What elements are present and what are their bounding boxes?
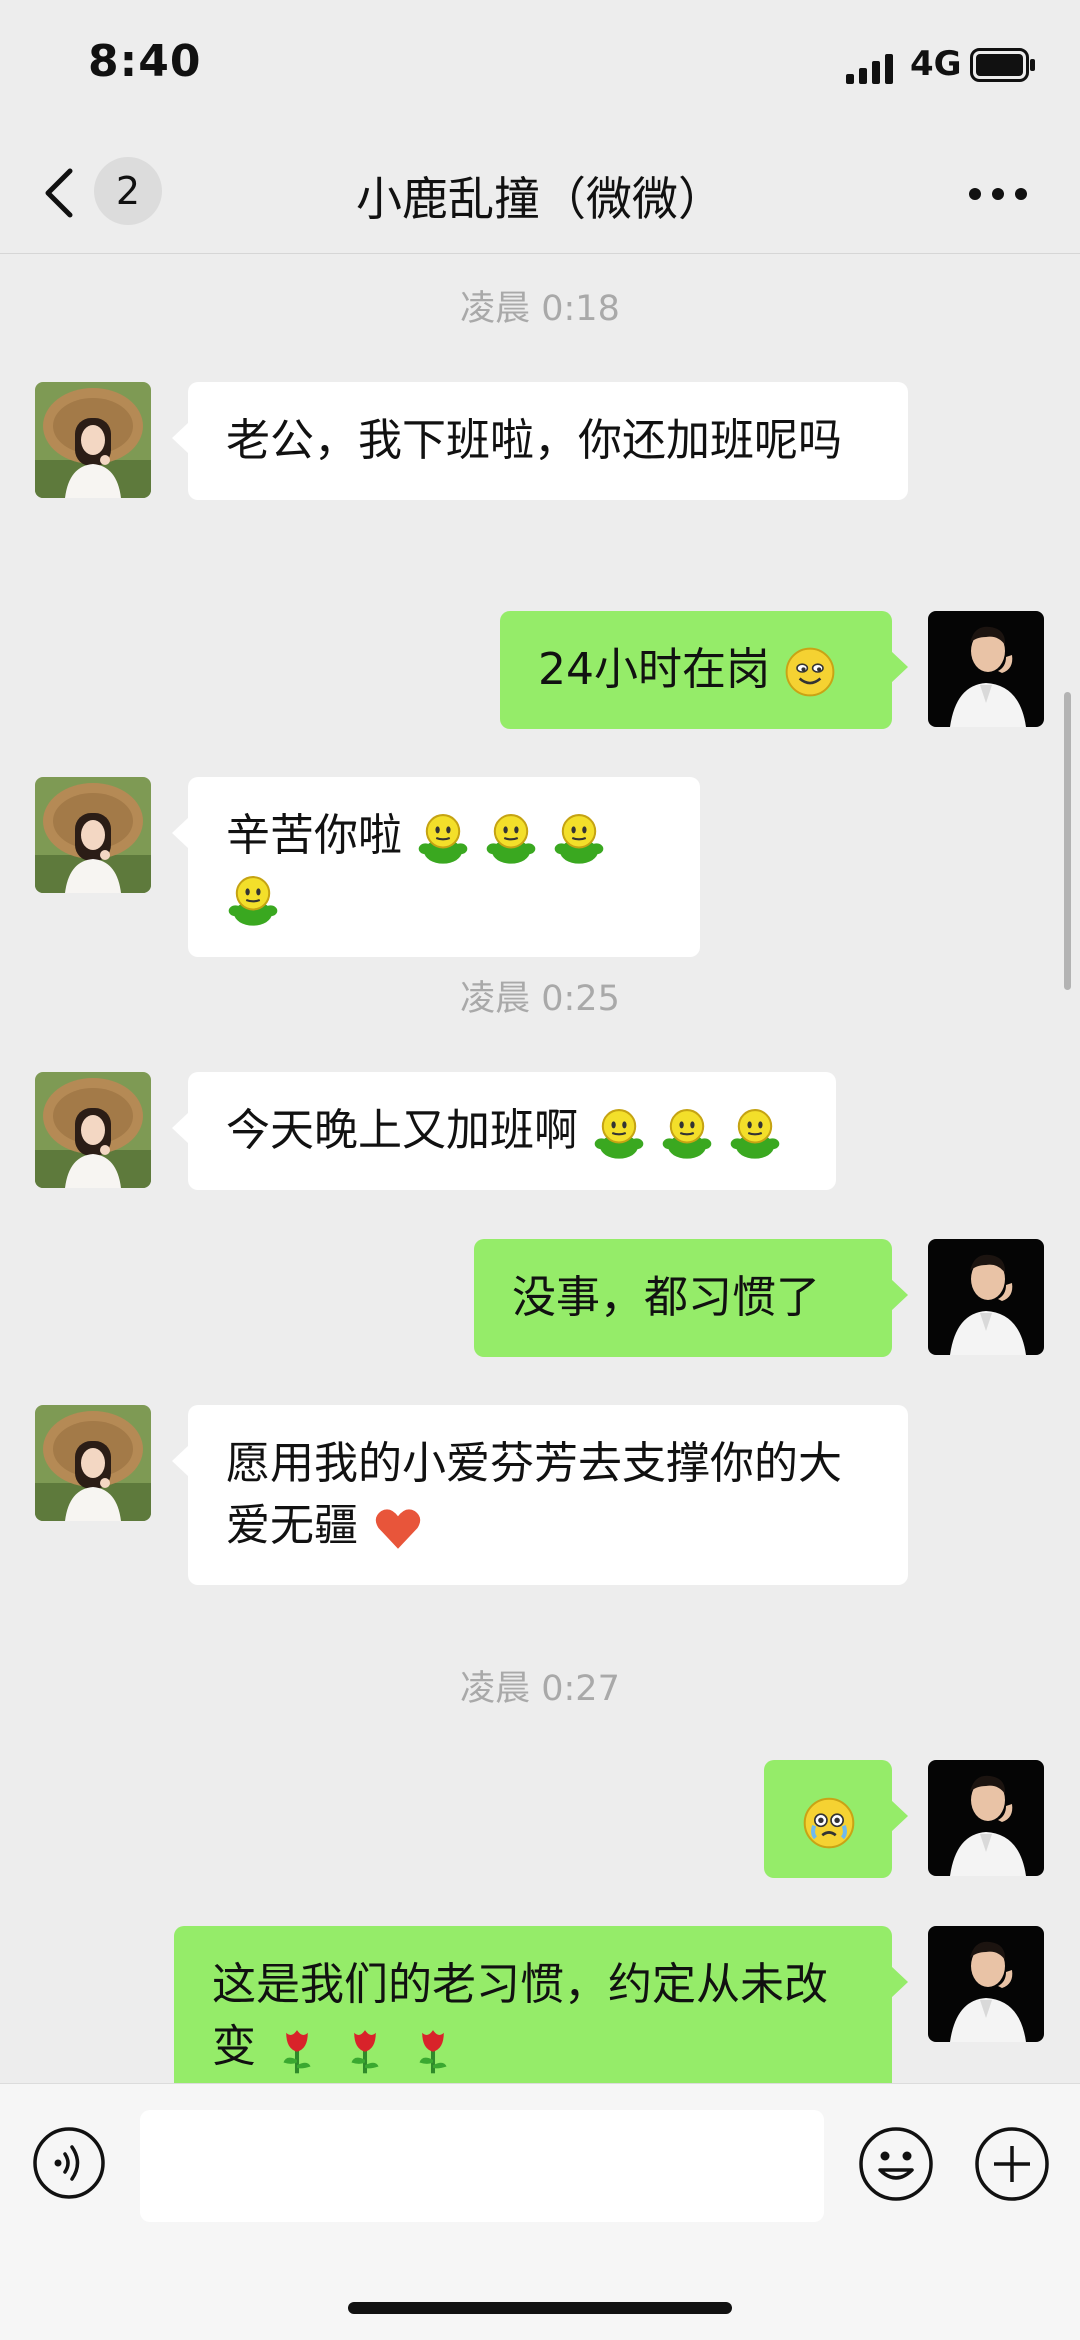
status-time: 8:40 [88, 36, 202, 87]
contact-avatar[interactable] [35, 1405, 151, 1521]
heart-emoji [372, 1502, 424, 1554]
home-indicator[interactable] [348, 2302, 732, 2314]
contact-avatar[interactable] [35, 382, 151, 498]
signal-icon [846, 54, 893, 84]
green-frog-emoji [660, 1106, 714, 1160]
timestamp: 凌晨 0:27 [460, 1669, 620, 1709]
chat-header: 2 小鹿乱撞（微微） [0, 135, 1080, 254]
smile-emoji [784, 646, 836, 698]
contact-avatar[interactable] [35, 1072, 151, 1188]
voice-icon[interactable] [32, 2126, 106, 2200]
timestamp: 凌晨 0:18 [460, 289, 620, 329]
message-text: 今天晚上又加班啊 [226, 1105, 578, 1156]
my-avatar[interactable] [928, 1926, 1044, 2042]
my-avatar[interactable] [928, 1239, 1044, 1355]
more-icon[interactable] [968, 187, 1028, 201]
message-bubble[interactable]: 愿用我的小爱芬芳去支撑你的大爱无疆 [172, 1405, 908, 1585]
timestamp: 凌晨 0:25 [460, 979, 620, 1019]
rose-emoji [270, 2022, 324, 2076]
emoji-icon[interactable] [858, 2126, 934, 2202]
chat-title: 小鹿乱撞（微微） [356, 172, 724, 226]
contact-avatar[interactable] [35, 777, 151, 893]
network-label: 4G [910, 44, 962, 84]
message-text: 辛苦你啦 [226, 810, 402, 861]
teary-emoji [802, 1796, 856, 1850]
message-bubble[interactable] [764, 1760, 908, 1878]
green-frog-emoji [552, 811, 606, 865]
scrollbar[interactable] [1064, 692, 1071, 990]
rose-emoji [406, 2022, 460, 2076]
battery-icon [970, 48, 1035, 82]
green-frog-emoji [592, 1106, 646, 1160]
green-frog-emoji [416, 811, 470, 865]
message-bubble[interactable]: 今天晚上又加班啊 [172, 1072, 836, 1190]
status-bar: 8:40 4G [0, 0, 1080, 135]
message-bubble[interactable]: 24小时在岗 [500, 611, 908, 729]
green-frog-emoji [226, 873, 280, 927]
message-text: 没事，都习惯了 [512, 1272, 820, 1323]
green-frog-emoji [484, 811, 538, 865]
message-bubble[interactable]: 没事，都习惯了 [474, 1239, 908, 1357]
message-bubble[interactable]: 老公，我下班啦，你还加班呢吗 [172, 382, 908, 500]
message-bubble[interactable]: 这是我们的老习惯，约定从未改变 [174, 1926, 908, 2106]
plus-icon[interactable] [974, 2126, 1050, 2202]
my-avatar[interactable] [928, 1760, 1044, 1876]
message-input[interactable] [140, 2110, 824, 2222]
my-avatar[interactable] [928, 611, 1044, 727]
message-bubble[interactable]: 辛苦你啦 [172, 777, 700, 957]
rose-emoji [338, 2022, 392, 2076]
green-frog-emoji [728, 1106, 782, 1160]
message-text: 愿用我的小爱芬芳去支撑你的大爱无疆 [226, 1438, 842, 1551]
message-text: 老公，我下班啦，你还加班呢吗 [226, 415, 842, 466]
message-text: 24小时在岗 [538, 644, 770, 695]
